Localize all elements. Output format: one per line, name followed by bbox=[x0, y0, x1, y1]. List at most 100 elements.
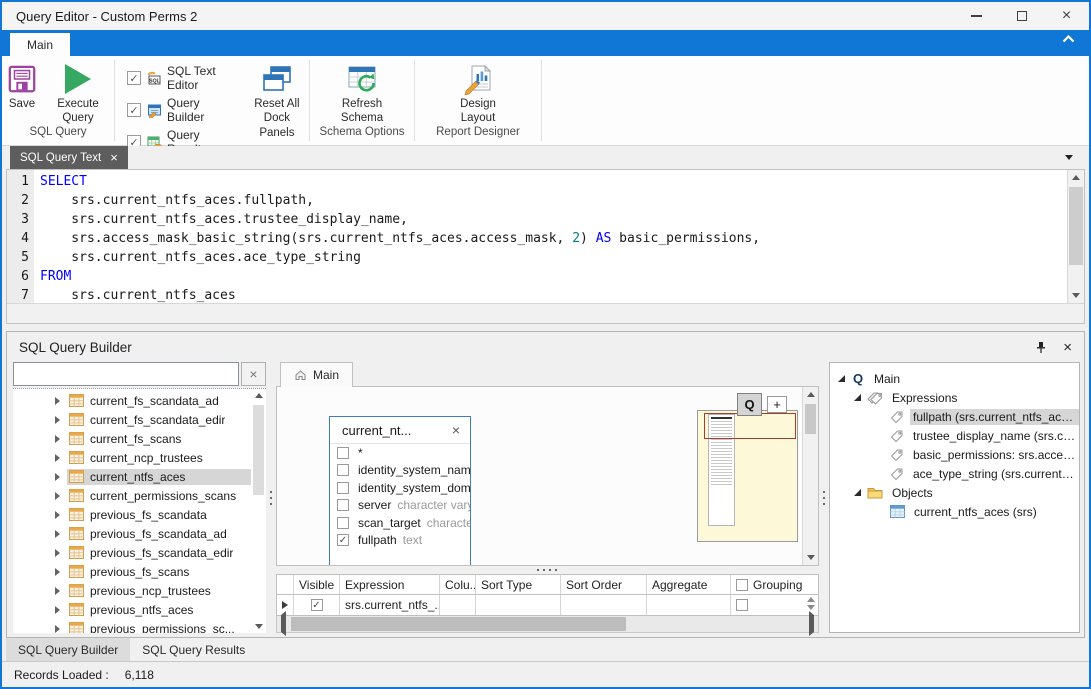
visible-cell[interactable] bbox=[294, 595, 340, 615]
ribbon-tab-main[interactable]: Main bbox=[10, 33, 70, 56]
card-column-row[interactable]: scan_targetcharacte bbox=[330, 514, 470, 532]
table-search-input[interactable] bbox=[13, 362, 239, 386]
close-button[interactable]: × bbox=[1044, 2, 1089, 30]
grid-horizontal-scrollbar[interactable] bbox=[276, 616, 819, 633]
refresh-schema-button[interactable]: Refresh Schema bbox=[326, 61, 398, 126]
table-tree-item[interactable]: current_fs_scandata_edir bbox=[13, 410, 251, 429]
table-tree-item[interactable]: previous_ncp_trustees bbox=[13, 581, 251, 600]
add-query-button[interactable]: + bbox=[767, 396, 787, 413]
checkbox-icon[interactable] bbox=[127, 103, 141, 117]
close-tab-icon[interactable]: × bbox=[110, 150, 118, 165]
outline-node[interactable]: basic_permissions: srs.access_m... bbox=[830, 445, 1079, 464]
save-button[interactable]: Save bbox=[2, 61, 42, 111]
column-checkbox[interactable] bbox=[337, 517, 349, 529]
diagram-minimap[interactable] bbox=[697, 410, 798, 542]
expand-arrow-icon[interactable] bbox=[55, 568, 60, 576]
card-column-row[interactable]: servercharacter vary bbox=[330, 497, 470, 515]
tab-sql-query-text[interactable]: SQL Query Text × bbox=[10, 146, 128, 169]
scroll-right-icon[interactable] bbox=[809, 615, 814, 633]
empty-cell[interactable] bbox=[561, 595, 647, 615]
checkbox-query-builder[interactable]: Query Builder bbox=[127, 96, 235, 124]
card-column-row[interactable]: * bbox=[330, 444, 470, 462]
expand-arrow-icon[interactable] bbox=[55, 549, 60, 557]
minimap-viewport[interactable] bbox=[704, 413, 796, 439]
grid-column-header[interactable]: Visible bbox=[294, 575, 340, 594]
scroll-down-icon[interactable] bbox=[1068, 293, 1084, 298]
expand-arrow-icon[interactable] bbox=[55, 587, 60, 595]
outline-node[interactable]: current_ntfs_aces (srs) bbox=[830, 502, 1079, 521]
scrollbar-thumb[interactable] bbox=[253, 405, 264, 495]
expanded-arrow-icon[interactable] bbox=[838, 375, 845, 382]
reset-dock-panels-button[interactable]: Reset All Dock Panels bbox=[245, 61, 309, 140]
table-tree-item[interactable]: current_ncp_trustees bbox=[13, 448, 251, 467]
canvas-vertical-scrollbar[interactable] bbox=[802, 387, 818, 565]
table-tree-item[interactable]: previous_fs_scandata_edir bbox=[13, 543, 251, 562]
table-card[interactable]: current_nt... × *identity_system_nameide… bbox=[329, 416, 471, 566]
scroll-down-icon[interactable] bbox=[803, 555, 818, 560]
card-column-row[interactable]: identity_system_doma bbox=[330, 479, 470, 497]
sql-code-area[interactable]: SELECT srs.current_ntfs_aces.fullpath, s… bbox=[34, 170, 1067, 303]
execute-query-button[interactable]: Execute Query bbox=[42, 61, 114, 126]
editor-horizontal-scrollbar[interactable] bbox=[7, 303, 1084, 323]
expand-arrow-icon[interactable] bbox=[55, 416, 60, 424]
expand-arrow-icon[interactable] bbox=[55, 606, 60, 614]
empty-cell[interactable] bbox=[476, 595, 561, 615]
tab-list-dropdown-icon[interactable] bbox=[1065, 155, 1073, 160]
table-tree-item[interactable]: current_permissions_scans bbox=[13, 486, 251, 505]
outline-node[interactable]: ace_type_string (srs.current_nt... bbox=[830, 464, 1079, 483]
checkbox-sql-text-editor[interactable]: SQL SQL Text Editor bbox=[127, 64, 235, 92]
expand-arrow-icon[interactable] bbox=[55, 435, 60, 443]
clear-search-button[interactable]: × bbox=[241, 362, 266, 386]
expression-cell[interactable]: srs.current_ntfs_... bbox=[340, 595, 440, 615]
grid-row[interactable]: srs.current_ntfs_... bbox=[276, 595, 819, 616]
table-tree-item[interactable]: previous_permissions_sc... bbox=[13, 619, 251, 633]
scroll-up-icon[interactable] bbox=[1068, 175, 1084, 180]
scroll-up-icon[interactable] bbox=[803, 392, 818, 397]
column-checkbox[interactable] bbox=[337, 499, 349, 511]
grid-column-header[interactable]: Sort Type bbox=[476, 575, 561, 594]
expanded-arrow-icon[interactable] bbox=[854, 489, 861, 496]
table-tree-item[interactable]: previous_fs_scandata_ad bbox=[13, 524, 251, 543]
scrollbar-thumb[interactable] bbox=[1069, 187, 1083, 265]
column-checkbox[interactable] bbox=[337, 482, 349, 494]
visible-checkbox[interactable] bbox=[311, 599, 323, 611]
grouping-checkbox[interactable] bbox=[736, 599, 748, 611]
expand-arrow-icon[interactable] bbox=[55, 397, 60, 405]
outline-node[interactable]: trustee_display_name (srs.curre... bbox=[830, 426, 1079, 445]
scroll-up-icon[interactable] bbox=[251, 393, 266, 398]
expand-arrow-icon[interactable] bbox=[55, 473, 60, 481]
column-checkbox[interactable] bbox=[337, 447, 349, 459]
grouping-cell[interactable] bbox=[731, 595, 818, 615]
query-button[interactable]: Q bbox=[737, 393, 762, 416]
editor-vertical-scrollbar[interactable] bbox=[1067, 170, 1084, 303]
close-panel-icon[interactable]: × bbox=[1063, 340, 1072, 355]
card-column-row[interactable]: identity_system_name bbox=[330, 462, 470, 480]
row-spinner[interactable] bbox=[807, 597, 815, 610]
dock-tab-sql-query-builder[interactable]: SQL Query Builder bbox=[6, 638, 130, 661]
outline-node[interactable]: Expressions bbox=[830, 388, 1079, 407]
outline-node[interactable]: QMain bbox=[830, 369, 1079, 388]
expand-arrow-icon[interactable] bbox=[55, 492, 60, 500]
expand-arrow-icon[interactable] bbox=[55, 530, 60, 538]
expanded-arrow-icon[interactable] bbox=[854, 394, 861, 401]
empty-cell[interactable] bbox=[647, 595, 731, 615]
expand-arrow-icon[interactable] bbox=[55, 454, 60, 462]
diagram-tab-main[interactable]: Main bbox=[280, 362, 353, 387]
ribbon-collapse-button[interactable] bbox=[1062, 35, 1075, 43]
outline-node[interactable]: Objects bbox=[830, 483, 1079, 502]
grid-column-header[interactable]: Sort Order bbox=[561, 575, 647, 594]
empty-cell[interactable] bbox=[440, 595, 476, 615]
expand-arrow-icon[interactable] bbox=[55, 511, 60, 519]
grid-column-header[interactable]: Grouping bbox=[731, 575, 818, 594]
minimize-button[interactable] bbox=[954, 2, 999, 30]
diagram-canvas[interactable]: current_nt... × *identity_system_nameide… bbox=[276, 386, 819, 566]
table-tree-item[interactable]: previous_ntfs_aces bbox=[13, 600, 251, 619]
close-card-icon[interactable]: × bbox=[452, 422, 460, 438]
expand-arrow-icon[interactable] bbox=[55, 625, 60, 633]
grid-column-header[interactable]: Expression bbox=[340, 575, 440, 594]
scrollbar-thumb[interactable] bbox=[291, 617, 626, 631]
maximize-button[interactable] bbox=[999, 2, 1044, 30]
scroll-down-icon[interactable] bbox=[251, 624, 266, 629]
outline-node[interactable]: fullpath (srs.current_ntfs_aces) bbox=[830, 407, 1079, 426]
grid-column-header[interactable]: Aggregate bbox=[647, 575, 731, 594]
